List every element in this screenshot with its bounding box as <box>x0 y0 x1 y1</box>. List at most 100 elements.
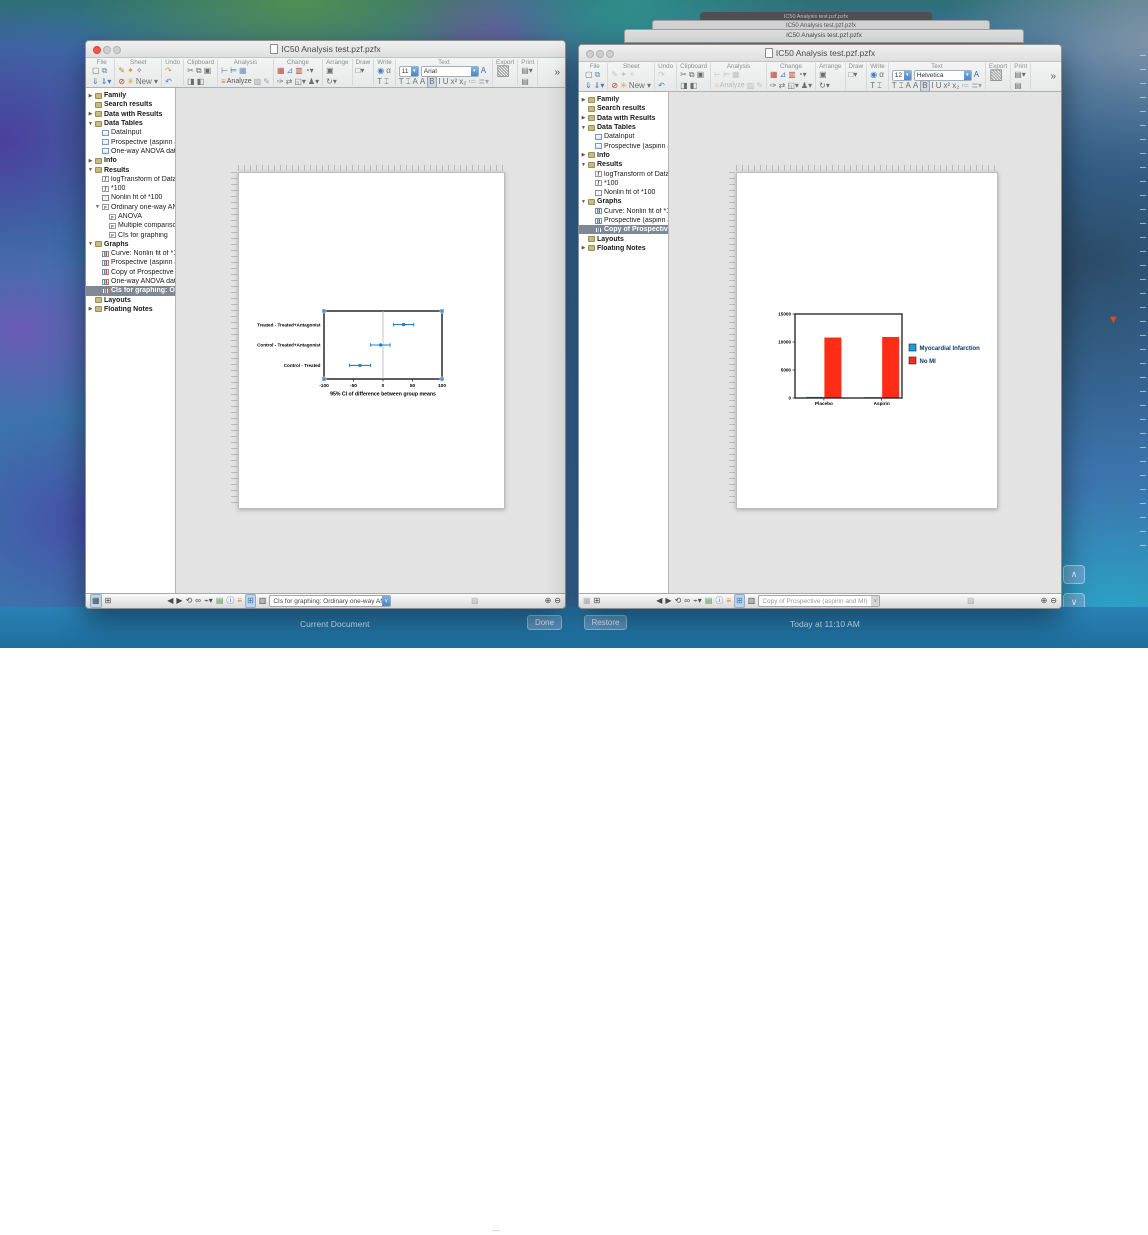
format-points-icon[interactable]: ♟▾ <box>801 81 812 91</box>
ttest-icon[interactable]: ⊢ <box>714 70 721 80</box>
text-large-icon[interactable]: T <box>399 77 404 87</box>
tree-item-data-with-results[interactable]: ▶Data with Results <box>579 114 668 123</box>
disclosure-down-icon[interactable]: ▼ <box>95 204 100 210</box>
link-dropdown-icon[interactable]: ⌁▾ <box>204 595 213 607</box>
font-size-select[interactable]: 12▾ <box>892 70 912 81</box>
tree-item-layouts[interactable]: Layouts <box>86 296 175 305</box>
ttest-icon[interactable]: ⊢ <box>221 66 228 76</box>
gallery-view-icon[interactable]: ▦ <box>583 595 591 607</box>
table-analysis-icon[interactable]: ▦ <box>732 70 740 80</box>
tree-item-search-results[interactable]: Search results <box>86 100 175 109</box>
disclosure-down-icon[interactable]: ▼ <box>88 121 93 127</box>
zoom-button[interactable] <box>606 50 614 58</box>
undo-icon[interactable]: ↶ <box>165 77 172 87</box>
sheet-view-icon[interactable]: ⊞ <box>105 595 112 607</box>
rename-sheet-icon[interactable]: ✎ <box>611 70 618 80</box>
disclosure-right-icon[interactable]: ▶ <box>88 93 93 99</box>
graph-shortcut-icon[interactable]: ⊞ <box>734 594 745 608</box>
layout-shortcut-icon[interactable]: ▥ <box>748 595 756 607</box>
subscript-icon[interactable]: x₂ <box>952 81 959 91</box>
tree-item-family[interactable]: ▶Family <box>86 91 175 100</box>
graph-page[interactable]: PlaceboAspirin050001000015000Myocardial … <box>736 172 998 509</box>
swap-icon[interactable]: ⇄ <box>779 81 786 91</box>
tree-item-ordinary-one-way-anova[interactable]: ▼Ordinary one-way ANOVA <box>86 203 175 212</box>
grow-font-icon[interactable]: A <box>413 77 418 87</box>
new-sheet-icon[interactable]: ✳ <box>620 81 627 91</box>
graph-type-icon[interactable]: ⊿ <box>287 66 294 76</box>
magic-wand-icon[interactable]: ✑ <box>277 77 284 87</box>
draw-shape-icon[interactable]: □▾ <box>356 66 365 76</box>
underline-icon[interactable]: U <box>936 81 942 91</box>
sheet-selector[interactable]: CIs for graphing: Ordinary one-way ANOVA… <box>269 595 391 607</box>
bar-change-icon[interactable]: ▥ <box>788 70 796 80</box>
disclosure-down-icon[interactable]: ▼ <box>88 241 93 247</box>
version-window-title-1[interactable]: IC50 Analysis test.pzf.pzfx <box>624 29 1024 43</box>
tree-item-100[interactable]: *100 <box>86 184 175 193</box>
tree-item-data-tables[interactable]: ▼Data Tables <box>579 123 668 132</box>
tree-item-graphs[interactable]: ▼Graphs <box>579 197 668 206</box>
new-document-icon[interactable]: ▢ <box>585 70 593 80</box>
minimize-button[interactable] <box>103 46 111 54</box>
gallery-view-icon[interactable]: ▦ <box>90 594 102 608</box>
edit-analysis-icon[interactable]: ✎ <box>263 77 270 87</box>
paste-icon[interactable]: ▣ <box>697 70 705 80</box>
find-icon[interactable]: ∞ <box>195 595 201 607</box>
info-note-icon[interactable]: ◉ <box>870 70 877 80</box>
tree-item-layouts[interactable]: Layouts <box>579 234 668 243</box>
subscript-icon[interactable]: x₂ <box>459 77 466 87</box>
tree-item-info[interactable]: ▶Info <box>579 151 668 160</box>
list-icon[interactable]: ≔ <box>961 81 969 91</box>
data-grid-icon[interactable]: ▦ <box>770 70 778 80</box>
grow-font-icon[interactable]: A <box>906 81 911 91</box>
zoom-in-icon[interactable]: ⊕ <box>545 595 552 607</box>
font-size-select[interactable]: 11▾ <box>399 66 419 77</box>
zoom-button[interactable] <box>113 46 121 54</box>
tree-item-datainput[interactable]: DataInput <box>86 128 175 137</box>
bar-change-icon[interactable]: ▥ <box>295 66 303 76</box>
tree-item-family[interactable]: ▶Family <box>579 95 668 104</box>
title-bar[interactable]: IC50 Analysis test.pzf.pzfx <box>579 45 1061 62</box>
text-frame-icon[interactable]: ⌶ <box>406 77 411 87</box>
tree-item-data-tables[interactable]: ▼Data Tables <box>86 119 175 128</box>
print-one-icon[interactable]: ▤ <box>1014 81 1022 91</box>
import-icon[interactable]: ⇓▾ <box>101 77 112 87</box>
annotate-sheet-icon[interactable]: ✧ <box>629 70 636 80</box>
results-shortcut-icon[interactable]: ≡ <box>726 595 731 607</box>
print-icon[interactable]: ▤▾ <box>1014 70 1026 80</box>
copy-icon[interactable]: ⧉ <box>196 66 202 76</box>
rotate-icon[interactable]: ↻▾ <box>819 81 830 91</box>
align-objects-icon[interactable]: ▣ <box>819 70 827 80</box>
redo-icon[interactable]: ↷ <box>165 66 172 76</box>
color-scheme-icon[interactable]: ◔▾ <box>305 66 314 76</box>
find-icon[interactable]: ∞ <box>684 595 690 607</box>
italic-icon[interactable]: I <box>932 81 934 91</box>
format-axes-icon[interactable]: ◱▾ <box>787 81 799 91</box>
tree-item-cis-for-graphing[interactable]: CIs for graphing <box>86 230 175 239</box>
disclosure-right-icon[interactable]: ▶ <box>581 245 586 251</box>
annotate-sheet-icon[interactable]: ✧ <box>136 66 143 76</box>
close-button[interactable] <box>93 46 101 54</box>
table-analysis-icon[interactable]: ▦ <box>239 66 247 76</box>
tree-item-one-way-anova-data[interactable]: One-way ANOVA data <box>86 277 175 286</box>
minimize-button[interactable] <box>596 50 604 58</box>
back-button[interactable]: ◀ <box>656 595 662 607</box>
title-bar[interactable]: IC50 Analysis test.pzf.pzfx <box>86 41 565 58</box>
disclosure-right-icon[interactable]: ▶ <box>581 152 586 158</box>
paste-link-icon[interactable]: ◧ <box>690 81 698 91</box>
info-note-icon[interactable]: ◉ <box>377 66 384 76</box>
disclosure-down-icon[interactable]: ▼ <box>88 167 93 173</box>
tree-item-one-way-anova-data[interactable]: One-way ANOVA data <box>86 147 175 156</box>
close-button[interactable] <box>586 50 594 58</box>
analyze-button-icon[interactable]: ≡Analyze <box>221 77 252 86</box>
disclosure-right-icon[interactable]: ▶ <box>581 97 586 103</box>
paste-icon[interactable]: ▣ <box>204 66 212 76</box>
history-icon[interactable]: ⟲ <box>675 595 682 607</box>
format-points-icon[interactable]: ♟▾ <box>308 77 319 87</box>
tree-item-nonlin-fit-of-100[interactable]: Nonlin fit of *100 <box>579 188 668 197</box>
superscript-icon[interactable]: x² <box>451 77 458 87</box>
undo-icon[interactable]: ↶ <box>658 81 665 91</box>
annotation-icon[interactable]: ▨ <box>471 595 479 607</box>
back-button[interactable]: ◀ <box>167 595 173 607</box>
magic-wand-icon[interactable]: ✑ <box>770 81 777 91</box>
paste-special-icon[interactable]: ◨ <box>680 81 688 91</box>
